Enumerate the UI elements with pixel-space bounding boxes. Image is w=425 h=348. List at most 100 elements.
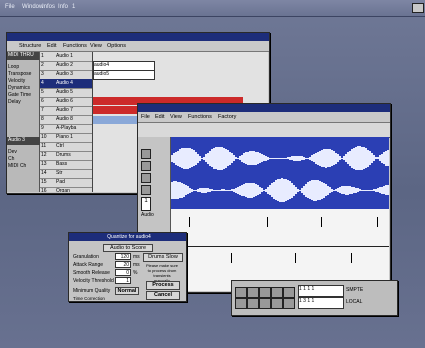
event-tick — [189, 217, 190, 227]
menu-structure[interactable]: Structure — [19, 43, 41, 49]
track-name: Audio 1 — [56, 53, 73, 59]
track-name: Audio 5 — [56, 89, 73, 95]
track-name: Audio 3 — [56, 71, 73, 77]
menu-infos[interactable]: Infos — [42, 4, 55, 10]
lane-label: Audio — [141, 212, 154, 218]
param-midi-ch[interactable]: MIDI Ch — [8, 163, 26, 169]
track-number: 13 — [41, 161, 47, 167]
track-name: Audio 2 — [56, 62, 73, 68]
param-dev[interactable]: Dev — [8, 149, 17, 155]
param-loop[interactable]: Loop — [8, 64, 19, 70]
transport-button[interactable] — [271, 298, 283, 309]
tool-eraser-icon[interactable] — [141, 173, 151, 183]
smpte-label: SMPTE — [346, 287, 364, 293]
track-number: 2 — [41, 62, 44, 68]
track-list: 1 Audio 1 2 Audio 2 3 Audio 3 4 Audio 4 5 Audio 5… — [40, 52, 93, 192]
track-name: Str — [56, 170, 63, 176]
part-audio5[interactable]: audio5 — [93, 70, 155, 80]
app-menubar: File Window Infos Info 1 — [0, 0, 425, 17]
help-text: Please make sure to process drum transie… — [145, 263, 178, 283]
track-name: Organ — [56, 188, 70, 192]
granulation-label: Granulation — [73, 254, 99, 260]
editor-menubar: File Edit View Functions Factory — [138, 112, 390, 123]
process-button[interactable]: Process — [146, 281, 180, 290]
window-control-icon[interactable] — [412, 3, 424, 13]
param-gate[interactable]: Gate Time — [8, 92, 31, 98]
transport-button[interactable] — [283, 298, 295, 309]
menu-options[interactable]: Options — [107, 43, 126, 49]
track-number: 1 — [41, 53, 44, 59]
editor-toolbar — [138, 123, 390, 138]
quality-label: Minimum Quality — [73, 288, 111, 294]
track-row[interactable]: 16 Organ — [40, 187, 92, 192]
menu-view[interactable]: View — [170, 114, 182, 120]
tool-pointer-icon[interactable] — [141, 149, 151, 159]
wave-sample — [387, 150, 389, 166]
track-number: 8 — [41, 116, 44, 122]
menu-functions[interactable]: Functions — [63, 43, 87, 49]
local-label: LOCAL — [346, 299, 363, 305]
attack-unit: ms — [133, 262, 140, 268]
track-number: 9 — [41, 125, 44, 131]
smooth-release-field[interactable]: 0 — [115, 269, 131, 276]
menu-1[interactable]: 1 — [72, 4, 75, 10]
waveform-display — [171, 137, 389, 209]
instrument-name: MIDI THRU — [7, 52, 39, 60]
transport-buttons — [235, 287, 295, 309]
event-lane — [171, 209, 389, 291]
menu-file[interactable]: File — [141, 114, 150, 120]
transport-button[interactable] — [247, 287, 259, 298]
position-display[interactable]: 1 1 1 1 — [298, 285, 344, 297]
position-display-2[interactable]: 1 3 1 1 — [298, 297, 344, 309]
menu-file[interactable]: File — [5, 4, 15, 10]
track-number: 5 — [41, 89, 44, 95]
param-velocity[interactable]: Velocity — [8, 78, 25, 84]
dialog-title: Quantize for audio4 — [69, 233, 186, 241]
param-delay[interactable]: Delay — [8, 99, 21, 105]
menu-window[interactable]: Window — [22, 4, 43, 10]
waveform-bottom — [171, 177, 389, 203]
cancel-button[interactable]: Cancel — [146, 291, 180, 300]
granulation-field[interactable]: 120 — [115, 253, 131, 260]
quality-select[interactable]: Normal — [115, 287, 139, 295]
track-number: 7 — [41, 107, 44, 113]
drums-slow-button[interactable]: Drums Slow — [143, 253, 183, 262]
transport-button[interactable] — [259, 287, 271, 298]
track-name: Pad — [56, 179, 65, 185]
divider — [171, 246, 389, 247]
velocity-threshold-field[interactable]: 1 — [115, 277, 131, 284]
transport-button[interactable] — [271, 287, 283, 298]
smooth-release-label: Smooth Release — [73, 270, 110, 276]
audio-to-score-button[interactable]: Audio to Score — [103, 244, 153, 252]
transport-bar: 1 1 1 1 1 3 1 1 SMPTE LOCAL — [231, 280, 398, 316]
arrange-menubar: Structure Edit Functions View Options — [7, 41, 269, 52]
tool-pencil-icon[interactable] — [141, 161, 151, 171]
menu-info[interactable]: Info — [58, 4, 68, 10]
track-number: 4 — [41, 80, 44, 86]
param-dynamics[interactable]: Dynamics — [8, 85, 30, 91]
event-tick — [267, 217, 268, 227]
tool-scissors-icon[interactable] — [141, 185, 151, 195]
waveform-top — [171, 145, 389, 171]
arrange-titlebar — [7, 33, 269, 41]
transport-button[interactable] — [235, 298, 247, 309]
track-number: 15 — [41, 179, 47, 185]
track-name: Audio 8 — [56, 116, 73, 122]
quantize-dialog: Quantize for audio4 Audio to Score Granu… — [68, 232, 187, 302]
track-number: 6 — [41, 98, 44, 104]
param-ch[interactable]: Ch — [8, 156, 14, 162]
part-blue[interactable] — [93, 116, 143, 124]
menu-view[interactable]: View — [90, 43, 102, 49]
transport-button[interactable] — [247, 298, 259, 309]
transport-button[interactable] — [235, 287, 247, 298]
menu-functions[interactable]: Functions — [188, 114, 212, 120]
attack-field[interactable]: 20 — [115, 261, 131, 268]
param-transpose[interactable]: Transpose — [8, 71, 31, 77]
menu-edit[interactable]: Edit — [155, 114, 164, 120]
zoom-field[interactable]: 1 — [141, 197, 151, 211]
menu-edit[interactable]: Edit — [47, 43, 56, 49]
transport-button[interactable] — [259, 298, 271, 309]
smooth-release-unit: % — [133, 270, 138, 276]
transport-button[interactable] — [283, 287, 295, 298]
menu-factory[interactable]: Factory — [218, 114, 236, 120]
